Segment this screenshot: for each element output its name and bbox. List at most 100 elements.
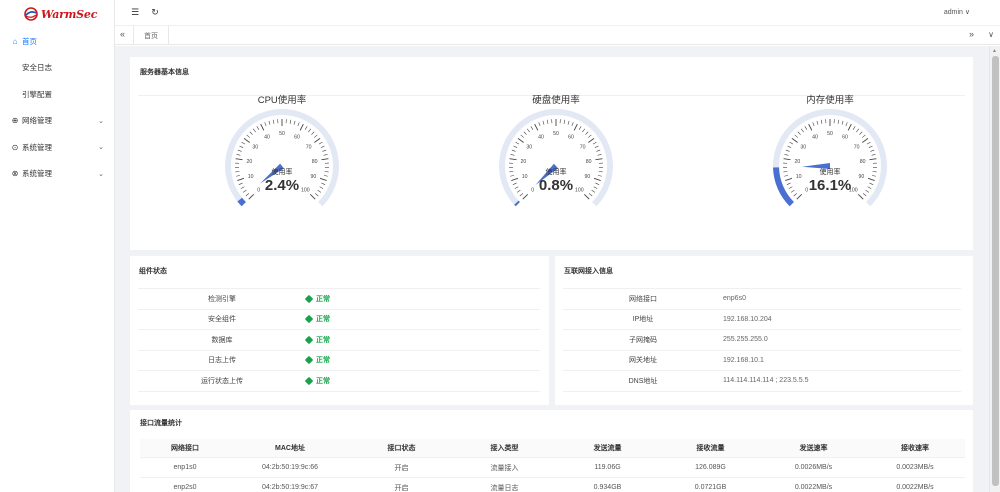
gauge-tick <box>852 126 856 130</box>
tabs-scroll-left-icon[interactable]: « <box>120 29 125 39</box>
user-menu[interactable]: admin ∨ <box>944 8 970 16</box>
gauge-tick <box>519 193 524 197</box>
gauge-tick <box>800 128 804 133</box>
status-dot-icon <box>304 356 314 365</box>
gauge-tick <box>582 128 586 133</box>
server-info-title: 服务器基本信息 <box>140 69 189 76</box>
gauge-tick <box>845 122 848 127</box>
gauge-tick-label: 40 <box>538 135 544 141</box>
component-name: 数据库 <box>211 336 233 344</box>
gauge-tick <box>598 171 603 173</box>
table-row: 检测引擎 正常 <box>138 289 540 310</box>
gauge-tick <box>791 138 798 143</box>
tabs-scroll-right-icon[interactable]: » <box>969 29 974 39</box>
network-value: 192.168.10.1 <box>723 356 764 364</box>
gauge-tick <box>542 120 545 125</box>
warmsec-logo-icon <box>24 7 38 21</box>
table-cell: 119.06G <box>594 464 621 471</box>
brand-logo[interactable]: WarmSec <box>0 0 114 28</box>
table-cell: 流量接入 <box>490 464 519 472</box>
status-badge: 正常 <box>304 376 540 386</box>
gauge-tick-label: 40 <box>264 135 270 141</box>
scrollbar-thumb[interactable] <box>992 56 999 486</box>
settings-icon: ⊗ <box>11 169 19 179</box>
gauge-tick <box>510 154 515 156</box>
sidebar-item-home[interactable]: ⌂ 首页 <box>0 28 114 55</box>
traffic-table: 网络接口 MAC地址 接口状态 接入类型 发送流量 接收流量 发送速率 接收速率… <box>140 439 965 492</box>
component-name: 安全组件 <box>208 316 236 324</box>
network-label: 子网掩码 <box>629 336 657 344</box>
gauge-progress <box>773 167 795 207</box>
gauge-tick <box>510 175 515 177</box>
status-dot-icon <box>304 335 314 344</box>
sidebar-item-security-log[interactable]: 安全日志 <box>0 55 114 82</box>
sidebar-item-engine-config[interactable]: 引擎配置 <box>0 81 114 108</box>
gauge-tick <box>862 193 867 197</box>
table-row: enp1s0 04:2b:50:19:9c:66 开启 流量接入 119.06G… <box>140 458 965 478</box>
gauge-tick <box>597 154 602 156</box>
table-cell: 0.0022MB/s <box>794 484 833 491</box>
network-value: 192.168.10.204 <box>723 315 772 323</box>
gauge-tick <box>309 193 316 200</box>
gauge-tick-label: 30 <box>526 145 532 151</box>
gauge-tick <box>520 134 524 138</box>
gauge-tick <box>308 128 312 133</box>
refresh-icon[interactable]: ↻ <box>149 7 161 18</box>
scroll-up-icon[interactable]: ▲ <box>992 48 997 54</box>
gauge-tick <box>871 175 876 177</box>
gauge-tick <box>512 182 517 185</box>
tab-home[interactable]: 首页 <box>133 26 169 45</box>
gauge-tick <box>509 171 514 173</box>
column-header: 接口状态 <box>387 445 416 452</box>
gauge-tick <box>235 171 240 173</box>
gauge-tick <box>789 141 794 145</box>
gauge-tick-label: 90 <box>584 174 590 180</box>
gauge-tick <box>867 177 875 181</box>
gauge-tick-label: 100 <box>575 187 584 193</box>
menu-toggle-icon[interactable]: ☰ <box>129 7 141 18</box>
app-root: WarmSec ⌂ 首页 安全日志 引擎配置 ⊕ 网络管理 ⌄ ⊙ 系统管理 ⌄… <box>0 0 1000 492</box>
gauge-tick <box>511 149 516 152</box>
gauge-tick <box>238 182 243 185</box>
tabs-dropdown-icon[interactable]: ∨ <box>988 30 994 39</box>
table-row: DNS地址 114.114.114.114 ; 223.5.5.5 <box>563 371 961 392</box>
gauge-tick <box>786 182 791 185</box>
gauge-tick <box>857 193 864 200</box>
column-header: 接入类型 <box>490 445 519 452</box>
component-name: 运行状态上传 <box>201 377 243 385</box>
network-value: 255.255.255.0 <box>723 336 768 344</box>
gauge-dial: 0 10 20 30 40 50 60 70 80 90 100 使用率0.8% <box>499 108 613 207</box>
gauge-tick <box>321 182 326 185</box>
disk-gauge: 硬盘使用率 0 10 20 30 40 50 60 70 80 90 100 使用率 0.8% <box>486 92 626 232</box>
table-row: 网关地址 192.168.10.1 <box>563 351 961 371</box>
gauge-tick <box>322 149 327 152</box>
gauge-tick-label: 60 <box>294 135 300 141</box>
gauge-tick-label: 80 <box>586 159 592 165</box>
gauge-tick-label: 80 <box>312 159 318 165</box>
gauge-tick <box>517 138 524 143</box>
gauge-tick <box>245 193 250 197</box>
gauge-tick <box>869 158 877 161</box>
gauge-tick <box>804 126 808 130</box>
gauge-tick-label: 60 <box>568 135 574 141</box>
gauge-tick-label: 70 <box>306 145 312 151</box>
gauge-dial: 0 10 20 30 40 50 60 70 80 90 100 使用率2.4% <box>225 108 339 207</box>
sidebar-item-system-a[interactable]: ⊙ 系统管理 ⌄ <box>0 134 114 161</box>
main-content: 服务器基本信息 CPU使用率 0 10 20 30 40 50 60 70 80 90 100 使用率… <box>115 46 989 492</box>
cpu-gauge: CPU使用率 0 10 20 30 40 50 60 70 80 90 100 使用率 2.4% <box>212 92 352 232</box>
gauge-value: 2.4% <box>265 177 299 194</box>
table-cell: 04:2b:50:19:9c:66 <box>261 464 319 471</box>
network-info-table: 网络接口 enp6s0 IP地址 192.168.10.204 子网掩码 255… <box>563 288 961 392</box>
gauge-tick <box>865 189 870 193</box>
status-badge: 正常 <box>304 294 540 304</box>
sidebar-item-network[interactable]: ⊕ 网络管理 ⌄ <box>0 108 114 135</box>
gauge-tick <box>588 134 592 138</box>
gauge-tick <box>595 158 603 161</box>
sidebar-item-system-b[interactable]: ⊗ 系统管理 ⌄ <box>0 161 114 188</box>
gauge-tick <box>289 119 292 124</box>
content-scrollbar[interactable]: ▲ <box>989 46 1000 492</box>
gauge-tick <box>314 193 319 197</box>
gauge-progress <box>237 197 246 207</box>
gauge-tick-label: 60 <box>842 135 848 141</box>
system-icon: ⊙ <box>11 142 19 152</box>
